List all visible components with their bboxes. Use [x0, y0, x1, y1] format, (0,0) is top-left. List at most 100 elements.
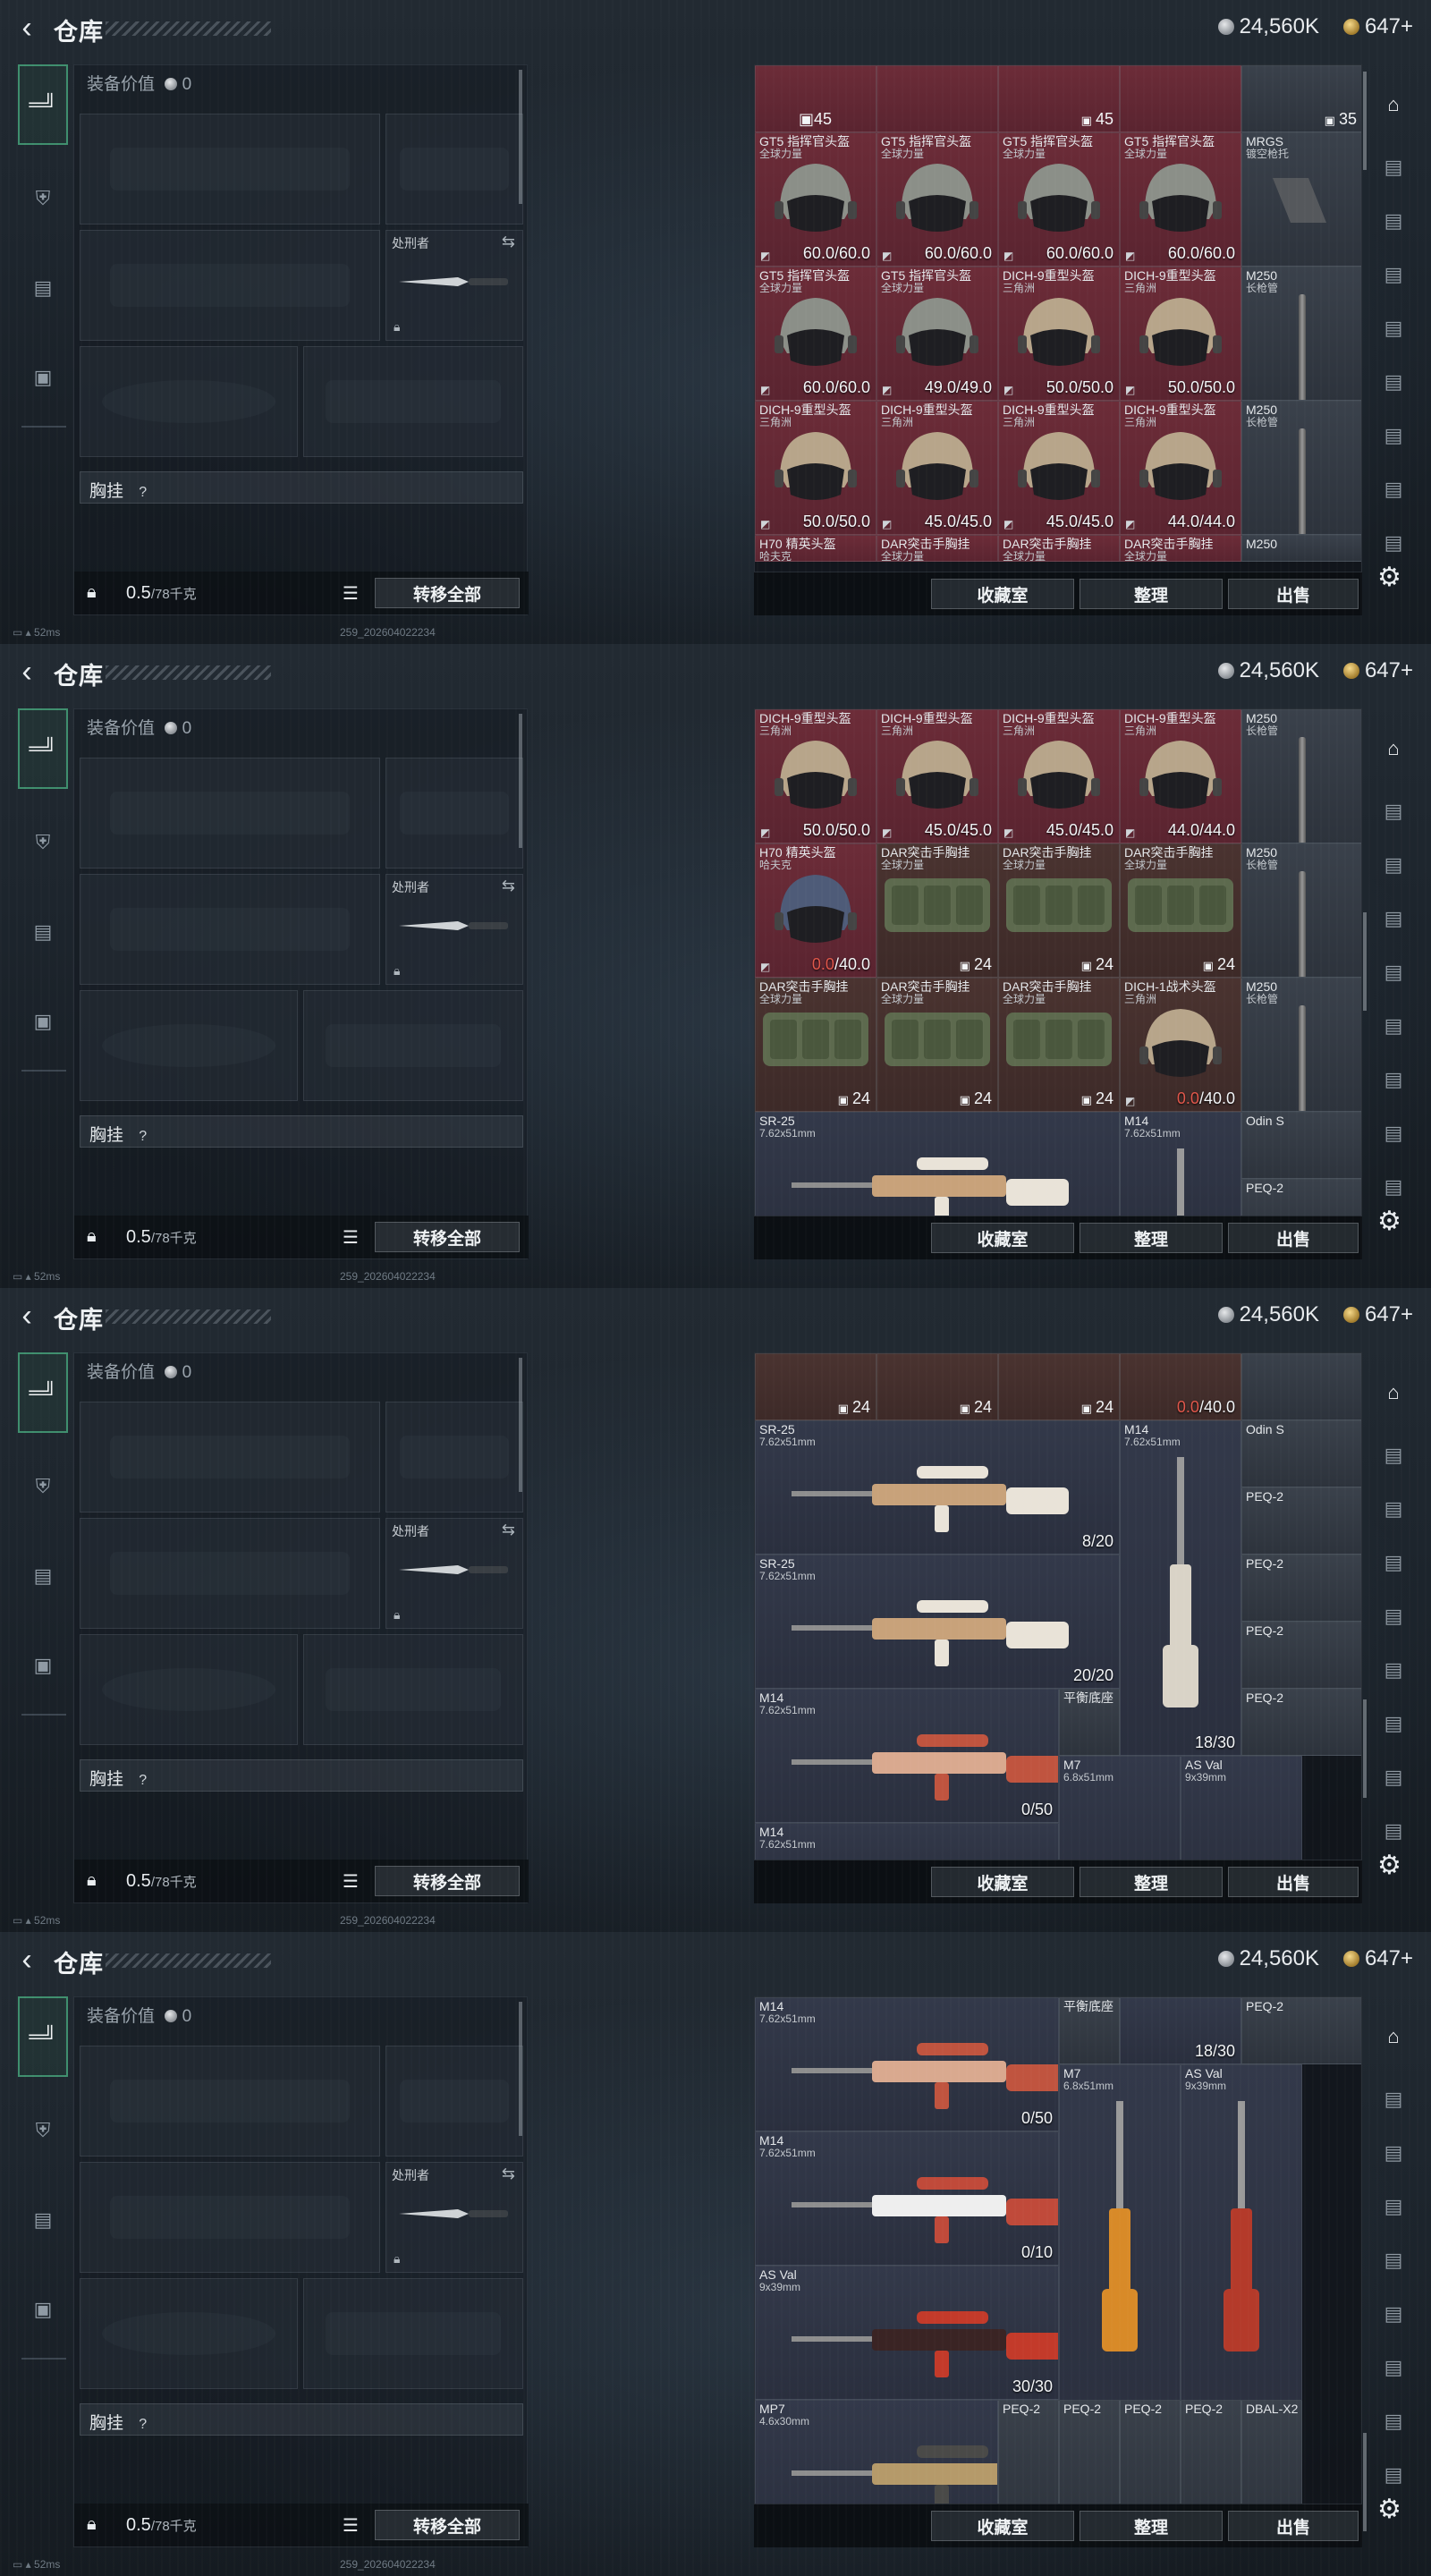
helmet-slot[interactable] [80, 1634, 298, 1745]
back-arrow-icon[interactable]: ‹ [13, 1945, 41, 1975]
stash-item[interactable]: GT5 指挥官头盔 全球力量 60.0/60.0 ◩ [755, 132, 876, 267]
melee-slot[interactable]: 处刑者 ⇆ 🔒︎ [385, 2162, 523, 2273]
silver-currency[interactable]: 24,560K [1217, 1302, 1319, 1327]
storage-tab-5[interactable]: ▤ [1376, 955, 1411, 989]
tab-weapons[interactable]: ═╝ [18, 708, 68, 789]
stash-item[interactable]: MRGS 镀空枪托 [1241, 132, 1361, 267]
sell-button[interactable]: 出售 [1228, 1223, 1359, 1253]
stash-item[interactable]: M14 7.62x51mm [1120, 1112, 1241, 1216]
storage-tab-8[interactable]: ▤ [1376, 472, 1411, 506]
stash-item[interactable]: DICH-9重型头盔 三角洲 44.0/44.0 ◩ [1120, 709, 1241, 843]
stash-item[interactable]: 平衡底座 [1059, 1997, 1120, 2064]
stash-item[interactable]: DAR突击手胸挂 全球力量 [998, 535, 1120, 562]
stash-item[interactable]: DBAL-X2多口径消 [1241, 2400, 1302, 2504]
storage-tab-5[interactable]: ▤ [1376, 2243, 1411, 2277]
stash-item[interactable]: DICH-9重型头盔 三角洲 45.0/45.0 ◩ [876, 709, 998, 843]
stash-item[interactable]: GT5 指挥官头盔 全球力量 49.0/49.0 ◩ [876, 267, 998, 401]
stash-item[interactable]: M250 长枪管 [1241, 267, 1361, 401]
stash-item[interactable]: DAR突击手胸挂 全球力量 ▣ 24 [1120, 843, 1241, 978]
help-icon[interactable]: ? [139, 1129, 147, 1145]
collection-room-button[interactable]: 收藏室 [931, 2511, 1074, 2541]
stash-item[interactable]: PEQ-2 [1241, 1555, 1361, 1622]
pistol-slot[interactable] [385, 1402, 523, 1513]
storage-tab-3[interactable]: ▤ [1376, 204, 1411, 238]
stash-item[interactable]: Odin S [1241, 1420, 1361, 1487]
stash-item[interactable]: Odin S [1241, 1112, 1361, 1179]
gear-icon[interactable]: ⚙ [1377, 1206, 1401, 1237]
stash-item[interactable]: ▣ 24 [755, 1353, 876, 1420]
loadout-scrollbar[interactable] [519, 1358, 522, 1492]
storage-tab-6[interactable]: ▤ [1376, 1009, 1411, 1043]
storage-tab-3[interactable]: ▤ [1376, 2136, 1411, 2170]
swap-icon[interactable]: ⇆ [502, 1521, 515, 1539]
stash-item[interactable]: PEQ-2 [1241, 1179, 1361, 1216]
stash-item[interactable]: ▣ 24 [998, 1353, 1120, 1420]
silver-currency[interactable]: 24,560K [1217, 658, 1319, 683]
stash-item[interactable]: DICH-9重型头盔 三角洲 44.0/44.0 ◩ [1120, 401, 1241, 535]
primary-weapon-slot[interactable] [80, 758, 380, 869]
stash-item[interactable]: GT5 指挥官头盔 全球力量 60.0/60.0 ◩ [876, 132, 998, 267]
stash-item[interactable]: PEQ-2 [1241, 1689, 1361, 1756]
swap-icon[interactable]: ⇆ [502, 2165, 515, 2183]
storage-tab-6[interactable]: ▤ [1376, 2297, 1411, 2331]
stash-item[interactable]: PEQ-2共振二代 [1120, 2400, 1181, 2504]
pistol-slot[interactable] [385, 114, 523, 225]
stash-item[interactable]: M250 长枪管 [1241, 978, 1361, 1112]
stash-item[interactable]: DAR突击手胸挂 全球力量 ▣ 24 [755, 978, 876, 1112]
home-storage-icon[interactable]: ⌂ [1376, 88, 1411, 122]
primary-weapon-slot[interactable] [80, 114, 380, 225]
sort-button[interactable]: 整理 [1080, 1867, 1223, 1897]
stash-item[interactable]: DAR突击手胸挂 全球力量 ▣ 24 [998, 978, 1120, 1112]
home-storage-icon[interactable]: ⌂ [1376, 1376, 1411, 1410]
armor-slot[interactable] [303, 1634, 523, 1745]
storage-tab-4[interactable]: ▤ [1376, 1546, 1411, 1580]
stash-scrollbar[interactable] [1363, 912, 1367, 1011]
armor-slot[interactable] [303, 346, 523, 457]
transfer-all-button[interactable]: 转移全部 [375, 1222, 520, 1252]
back-arrow-icon[interactable]: ‹ [13, 13, 41, 43]
melee-slot[interactable]: 处刑者 ⇆ 🔒︎ [385, 1518, 523, 1629]
sell-button[interactable]: 出售 [1228, 579, 1359, 609]
storage-tab-4[interactable]: ▤ [1376, 902, 1411, 936]
back-arrow-icon[interactable]: ‹ [13, 1301, 41, 1331]
stash-item[interactable]: PEQ-2 [1241, 1997, 1361, 2064]
gold-currency[interactable]: 647+ [1342, 14, 1413, 39]
collection-room-button[interactable]: 收藏室 [931, 1867, 1074, 1897]
chest-rig-bar[interactable]: 胸挂 ? [80, 471, 523, 504]
storage-tab-2[interactable]: ▤ [1376, 1438, 1411, 1472]
tab-weapons[interactable]: ═╝ [18, 64, 68, 145]
loadout-scrollbar[interactable] [519, 70, 522, 204]
gear-icon[interactable]: ⚙ [1377, 562, 1401, 593]
storage-tab-6[interactable]: ▤ [1376, 1653, 1411, 1687]
chest-rig-bar[interactable]: 胸挂 ? [80, 2403, 523, 2436]
storage-tab-3[interactable]: ▤ [1376, 1492, 1411, 1526]
tab-armor[interactable]: ⛨ [18, 816, 68, 869]
stash-item[interactable]: SR-25 7.62x51mm [755, 1112, 1120, 1216]
tab-rig[interactable]: ▤ [18, 2193, 68, 2247]
melee-slot[interactable]: 处刑者 ⇆ 🔒︎ [385, 230, 523, 341]
stash-item[interactable]: PEQ-2 [1241, 1622, 1361, 1689]
stash-item[interactable]: ▣ 24 [876, 1353, 998, 1420]
tab-weapons[interactable]: ═╝ [18, 1352, 68, 1433]
stash-item[interactable]: 18/30 [1120, 1997, 1241, 2064]
back-arrow-icon[interactable]: ‹ [13, 657, 41, 687]
stash-item[interactable]: M7 6.8x51mm [1059, 1756, 1181, 1860]
storage-tab-9[interactable]: ▤ [1376, 1170, 1411, 1204]
helmet-slot[interactable] [80, 990, 298, 1101]
home-storage-icon[interactable]: ⌂ [1376, 732, 1411, 766]
stash-item[interactable]: DICH-9重型头盔 三角洲 50.0/50.0 ◩ [755, 401, 876, 535]
tab-backpack[interactable]: ▣ [18, 2283, 68, 2336]
storage-tab-7[interactable]: ▤ [1376, 2351, 1411, 2385]
stash-item[interactable]: ▣45 [755, 65, 876, 132]
storage-tab-7[interactable]: ▤ [1376, 419, 1411, 453]
storage-tab-3[interactable]: ▤ [1376, 848, 1411, 882]
armor-slot[interactable] [303, 990, 523, 1101]
stash-item[interactable]: DICH-9重型头盔 三角洲 50.0/50.0 ◩ [1120, 267, 1241, 401]
stash-item[interactable]: DICH-9重型头盔 三角洲 45.0/45.0 ◩ [998, 709, 1120, 843]
list-icon[interactable]: ☰ [343, 1870, 359, 1893]
sort-button[interactable]: 整理 [1080, 1223, 1223, 1253]
home-storage-icon[interactable]: ⌂ [1376, 2020, 1411, 2054]
tab-rig[interactable]: ▤ [18, 261, 68, 315]
storage-tab-7[interactable]: ▤ [1376, 1707, 1411, 1741]
storage-tab-5[interactable]: ▤ [1376, 1599, 1411, 1633]
